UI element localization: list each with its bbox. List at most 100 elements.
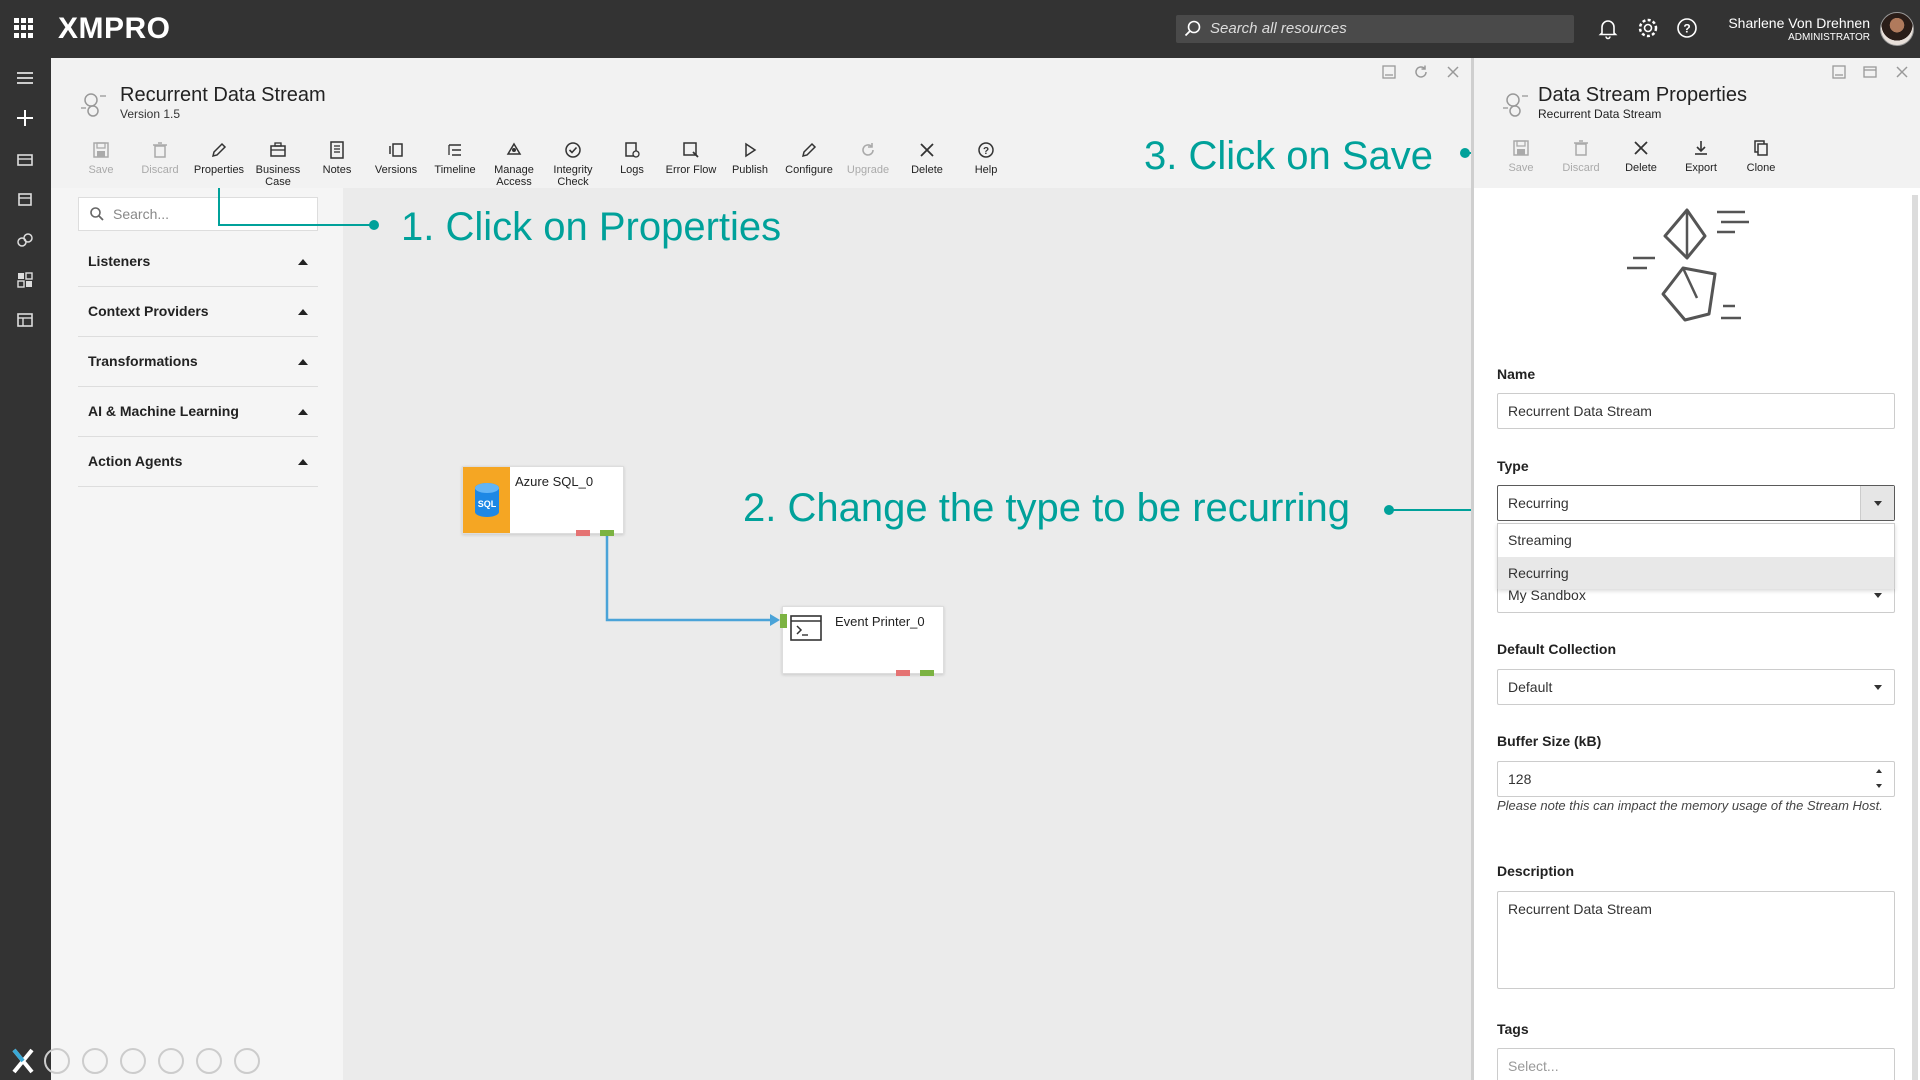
integrity-check-button[interactable]: Integrity Check bbox=[544, 140, 602, 188]
stepper-down-icon[interactable] bbox=[1876, 784, 1882, 788]
category-ai-machine-learning[interactable]: AI & Machine Learning bbox=[78, 387, 318, 437]
upgrade-label: Upgrade bbox=[846, 164, 890, 176]
versions-button[interactable]: Versions bbox=[367, 140, 425, 176]
configure-button[interactable]: Configure bbox=[780, 140, 838, 176]
category-label: Listeners bbox=[88, 253, 151, 269]
type-select[interactable]: Recurring bbox=[1497, 485, 1895, 521]
notes-label: Notes bbox=[322, 164, 352, 176]
properties-export-button[interactable]: Export bbox=[1672, 138, 1730, 174]
category-listeners[interactable]: Listeners bbox=[78, 237, 318, 287]
properties-scrollbar[interactable] bbox=[1912, 195, 1918, 1080]
versions-label: Versions bbox=[374, 164, 418, 176]
category-label: Context Providers bbox=[88, 303, 209, 319]
collection-selected-value: My Sandbox bbox=[1508, 587, 1586, 603]
description-textarea[interactable]: Recurrent Data Stream bbox=[1497, 891, 1895, 989]
category-transformations[interactable]: Transformations bbox=[78, 337, 318, 387]
category-context-providers[interactable]: Context Providers bbox=[78, 287, 318, 337]
upgrade-button[interactable]: Upgrade bbox=[839, 140, 897, 176]
notes-button[interactable]: Notes bbox=[308, 140, 366, 176]
buffer-size-stepper[interactable]: 128 bbox=[1497, 761, 1895, 797]
zoom-circle-icon[interactable] bbox=[158, 1048, 184, 1074]
default-collection-value: Default bbox=[1508, 679, 1553, 695]
tags-select[interactable]: Select... bbox=[1497, 1048, 1895, 1080]
logs-button[interactable]: Logs bbox=[603, 140, 661, 176]
tags-label: Tags bbox=[1497, 1021, 1529, 1037]
help-icon: ? bbox=[957, 140, 1015, 160]
default-collection-select[interactable]: Default bbox=[1497, 669, 1895, 705]
annotation-step-3: 3. Click on Save bbox=[1144, 134, 1434, 178]
properties-export-label: Export bbox=[1685, 162, 1717, 174]
business-case-button[interactable]: Business Case bbox=[249, 140, 307, 188]
properties-save-button[interactable]: Save bbox=[1492, 138, 1550, 174]
play-circle-icon[interactable] bbox=[44, 1048, 70, 1074]
data-stream-icon bbox=[1500, 88, 1532, 120]
discard-label: Discard bbox=[141, 164, 179, 176]
name-field[interactable]: Recurrent Data Stream bbox=[1497, 393, 1895, 429]
briefcase-icon bbox=[249, 140, 307, 160]
close-icon bbox=[898, 140, 956, 160]
notes-icon bbox=[308, 140, 366, 160]
manage-access-label: Manage Access bbox=[494, 164, 534, 188]
properties-title: Data Stream Properties bbox=[1538, 84, 1747, 106]
name-label: Name bbox=[1497, 366, 1536, 382]
properties-clone-label: Clone bbox=[1746, 162, 1776, 174]
versions-icon bbox=[367, 140, 425, 160]
properties-discard-label: Discard bbox=[1562, 162, 1600, 174]
properties-clone-button[interactable]: Clone bbox=[1732, 138, 1790, 174]
copy-circle-icon[interactable] bbox=[120, 1048, 146, 1074]
publish-button[interactable]: Publish bbox=[721, 140, 779, 176]
xmpro-mark-icon[interactable] bbox=[8, 1046, 38, 1076]
chevron-down-icon bbox=[1874, 685, 1882, 690]
type-option-streaming[interactable]: Streaming bbox=[1498, 524, 1894, 556]
refresh-icon bbox=[839, 140, 897, 160]
chevron-down-icon bbox=[1874, 593, 1882, 598]
caret-up-icon bbox=[298, 259, 308, 265]
buffer-size-label: Buffer Size (kB) bbox=[1497, 733, 1602, 749]
close-panel-icon[interactable] bbox=[1894, 64, 1910, 85]
caret-up-icon bbox=[298, 459, 308, 465]
delete-button[interactable]: Delete bbox=[898, 140, 956, 176]
properties-button[interactable]: Properties bbox=[190, 140, 248, 176]
help-button[interactable]: ? Help bbox=[957, 140, 1015, 176]
logs-icon bbox=[603, 140, 661, 160]
svg-text:?: ? bbox=[983, 146, 989, 157]
edit-circle-icon[interactable] bbox=[82, 1048, 108, 1074]
business-case-label: Business Case bbox=[255, 164, 301, 188]
category-label: Action Agents bbox=[88, 453, 183, 469]
trash-icon bbox=[131, 140, 189, 160]
properties-label: Properties bbox=[193, 164, 245, 176]
delete-label: Delete bbox=[911, 164, 943, 176]
clone-icon bbox=[1732, 138, 1790, 158]
caret-up-icon bbox=[298, 409, 308, 415]
category-label: AI & Machine Learning bbox=[88, 403, 239, 419]
annotation-step-2: 2. Change the type to be recurring bbox=[743, 486, 1351, 530]
type-option-recurring[interactable]: Recurring bbox=[1498, 557, 1894, 589]
error-flow-icon bbox=[662, 140, 720, 160]
type-dropdown-button[interactable] bbox=[1860, 486, 1894, 520]
timeline-label: Timeline bbox=[434, 164, 476, 176]
save-icon bbox=[1492, 138, 1550, 158]
publish-label: Publish bbox=[731, 164, 769, 176]
description-label: Description bbox=[1497, 863, 1575, 879]
stepper-up-icon[interactable] bbox=[1876, 769, 1882, 773]
type-selected-value: Recurring bbox=[1508, 495, 1569, 511]
properties-discard-button[interactable]: Discard bbox=[1552, 138, 1610, 174]
caret-up-icon bbox=[298, 309, 308, 315]
manage-access-button[interactable]: Manage Access bbox=[485, 140, 543, 188]
buffer-size-value: 128 bbox=[1508, 771, 1532, 787]
maximize-icon[interactable] bbox=[1862, 64, 1878, 85]
properties-save-label: Save bbox=[1508, 162, 1534, 174]
minimize-icon[interactable] bbox=[1831, 64, 1847, 85]
integrity-check-label: Integrity Check bbox=[553, 164, 593, 188]
timeline-button[interactable]: Timeline bbox=[426, 140, 484, 176]
properties-delete-button[interactable]: Delete bbox=[1612, 138, 1670, 174]
chevron-down-icon bbox=[1874, 501, 1882, 506]
image-circle-icon[interactable] bbox=[196, 1048, 222, 1074]
more-circle-icon[interactable] bbox=[234, 1048, 260, 1074]
discard-button[interactable]: Discard bbox=[131, 140, 189, 176]
category-action-agents[interactable]: Action Agents bbox=[78, 437, 318, 487]
save-icon bbox=[72, 140, 130, 160]
save-button[interactable]: Save bbox=[72, 140, 130, 176]
type-dropdown-list: Streaming Recurring bbox=[1497, 523, 1895, 589]
error-flow-button[interactable]: Error Flow bbox=[662, 140, 720, 176]
